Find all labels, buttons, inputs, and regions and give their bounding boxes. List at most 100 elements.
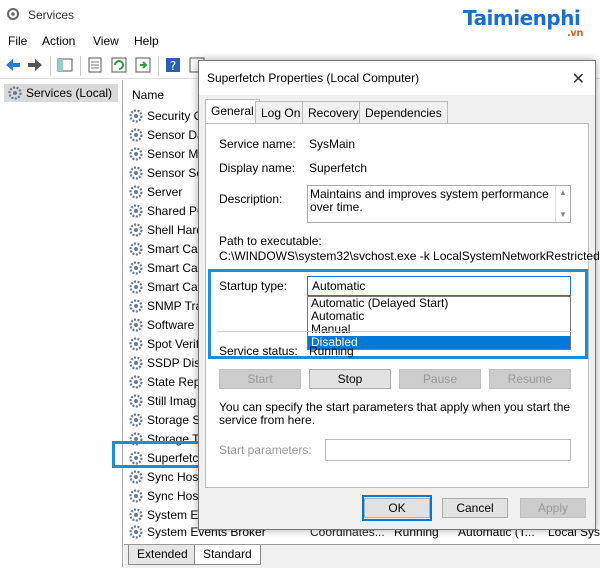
- toolbar-divider: [50, 56, 51, 76]
- svg-text:?: ?: [170, 59, 176, 73]
- service-name: Sync Hos: [147, 489, 199, 503]
- brand-logo: Taimienphi .vn: [463, 6, 583, 39]
- service-name: State Rep: [147, 375, 201, 389]
- service-name: Sensor M: [147, 147, 199, 161]
- service-gear-icon: [129, 166, 143, 180]
- tree-item-label: Services (Local): [26, 86, 113, 100]
- description-label: Description:: [219, 192, 283, 206]
- ok-button[interactable]: OK: [364, 498, 430, 518]
- tree-item-services-local[interactable]: Services (Local): [4, 84, 118, 102]
- service-gear-icon: [129, 242, 143, 256]
- start-params-hint: You can specify the start parameters tha…: [219, 400, 571, 427]
- service-name: SNMP Tra: [147, 299, 203, 313]
- resume-button[interactable]: Resume: [489, 369, 571, 389]
- service-name-value: SysMain: [309, 137, 356, 151]
- export-list-icon[interactable]: [134, 56, 152, 74]
- service-gear-icon: [129, 147, 143, 161]
- service-gear-icon: [129, 356, 143, 370]
- tab-general[interactable]: General: [205, 99, 260, 124]
- tab-log-on[interactable]: Log On: [255, 101, 307, 123]
- dialog-titlebar: Superfetch Properties (Local Computer): [199, 61, 595, 95]
- service-gear-icon: [129, 223, 143, 237]
- console-tree-icon[interactable]: [56, 56, 74, 74]
- help-icon[interactable]: ?: [164, 56, 182, 74]
- service-name-label: Service name:: [219, 137, 296, 151]
- service-name: Still Imag: [147, 394, 197, 408]
- service-gear-icon: [129, 299, 143, 313]
- tab-standard[interactable]: Standard: [194, 545, 261, 565]
- description-text: Maintains and improves system performanc…: [310, 187, 549, 214]
- dialog-title: Superfetch Properties (Local Computer): [207, 71, 420, 85]
- service-name: Sensor Da: [147, 128, 204, 142]
- selected-row-highlight: [112, 441, 204, 468]
- cancel-button[interactable]: Cancel: [442, 498, 508, 518]
- menu-help[interactable]: Help: [134, 34, 159, 48]
- scroll-down-icon[interactable]: ▼: [559, 210, 567, 219]
- close-icon[interactable]: ✕: [572, 69, 585, 89]
- window-titlebar: Services Taimienphi .vn: [0, 0, 600, 39]
- description-scrollbar[interactable]: ▲ ▼: [555, 186, 570, 222]
- brand-logo-text: Taimienphi: [463, 6, 581, 30]
- service-gear-icon: [129, 204, 143, 218]
- service-gear-icon: [129, 261, 143, 275]
- service-gear-icon: [129, 489, 143, 503]
- column-header-label: Name: [132, 88, 165, 102]
- tab-extended[interactable]: Extended: [128, 545, 197, 565]
- stop-button[interactable]: Stop: [309, 369, 391, 389]
- pause-button[interactable]: Pause: [399, 369, 481, 389]
- service-name: Server: [147, 185, 183, 199]
- view-tabs: Extended Standard: [124, 544, 600, 568]
- services-gear-icon: [7, 8, 19, 20]
- menu-action[interactable]: Action: [42, 34, 75, 48]
- start-button[interactable]: Start: [219, 369, 301, 389]
- service-gear-icon: [129, 508, 143, 522]
- service-gear-icon: [129, 394, 143, 408]
- service-name: Spot Verif: [147, 337, 200, 351]
- description-box[interactable]: Maintains and improves system performanc…: [307, 185, 571, 223]
- service-name: Sensor Se: [147, 166, 204, 180]
- tab-dependencies[interactable]: Dependencies: [359, 101, 448, 123]
- service-status-value: Running: [309, 344, 354, 358]
- service-name: Smart Car: [147, 261, 202, 275]
- menu-view[interactable]: View: [93, 34, 119, 48]
- service-gear-icon: [129, 128, 143, 142]
- service-name: Storage S: [147, 413, 201, 427]
- service-gear-icon: [129, 280, 143, 294]
- service-name: Sync Hos: [147, 470, 199, 484]
- service-name: Smart Car: [147, 242, 202, 256]
- service-name: Shared PC: [147, 204, 206, 218]
- services-gear-icon: [8, 86, 22, 100]
- service-name: Security C: [147, 109, 203, 123]
- display-name-value: Superfetch: [309, 161, 368, 175]
- forward-arrow-icon[interactable]: [26, 56, 44, 74]
- service-name: Software: [147, 318, 195, 332]
- scroll-up-icon[interactable]: ▲: [559, 188, 567, 197]
- service-status-label: Service status:: [219, 344, 298, 358]
- apply-button[interactable]: Apply: [520, 498, 586, 518]
- menu-file[interactable]: File: [8, 34, 27, 48]
- properties-dialog: Superfetch Properties (Local Computer) ✕…: [198, 60, 600, 530]
- properties-icon[interactable]: [86, 56, 104, 74]
- refresh-icon[interactable]: [110, 56, 128, 74]
- service-name: System Ev: [147, 508, 205, 522]
- service-gear-icon: [129, 413, 143, 427]
- toolbar-divider: [158, 56, 159, 76]
- service-name: Shell Hard: [147, 223, 204, 237]
- service-gear-icon: [129, 525, 143, 539]
- window-title: Services: [28, 8, 75, 22]
- back-arrow-icon[interactable]: [4, 56, 22, 74]
- path-value: C:\WINDOWS\system32\svchost.exe -k Local…: [219, 249, 600, 263]
- menu-bar: File Action View Help: [0, 32, 600, 52]
- service-gear-icon: [129, 109, 143, 123]
- console-tree: Services (Local): [0, 80, 123, 567]
- service-gear-icon: [129, 337, 143, 351]
- start-params-input[interactable]: [325, 439, 571, 461]
- path-label: Path to executable:: [219, 234, 322, 248]
- tab-recovery[interactable]: Recovery: [302, 101, 365, 123]
- service-gear-icon: [129, 318, 143, 332]
- service-gear-icon: [129, 185, 143, 199]
- toolbar-divider: [80, 56, 81, 76]
- start-params-label: Start parameters:: [219, 443, 312, 457]
- column-header-name[interactable]: Name: [126, 84, 206, 106]
- display-name-label: Display name:: [219, 161, 296, 175]
